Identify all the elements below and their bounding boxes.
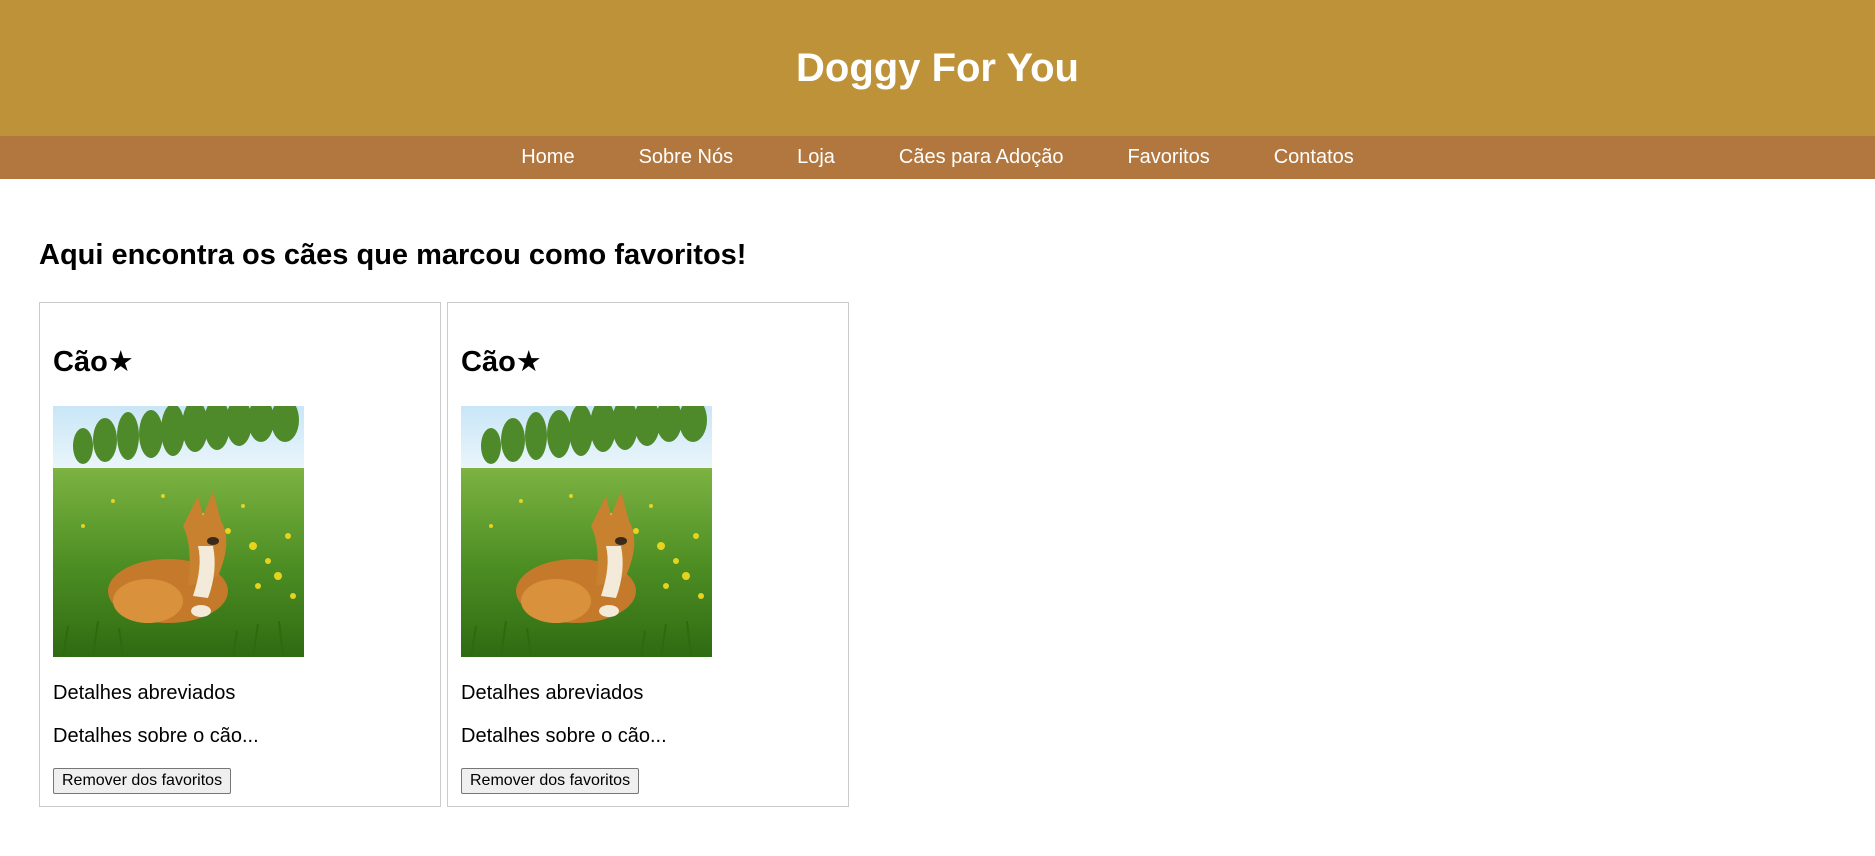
main-nav: Home Sobre Nós Loja Cães para Adoção Fav…: [0, 136, 1875, 179]
nav-item-home[interactable]: Home: [489, 136, 606, 179]
site-header: Doggy For You: [0, 0, 1875, 136]
card-title: Cão★: [53, 346, 134, 378]
corgi-in-field-photo: [461, 406, 712, 657]
nav-item-favoritos[interactable]: Favoritos: [1095, 136, 1241, 179]
site-title: Doggy For You: [796, 46, 1079, 90]
favorite-dog-card: Cão★ Detalhes abreviados Detalhes sobre …: [447, 302, 849, 807]
card-short-details: Detalhes abreviados: [53, 682, 236, 704]
favorite-dog-card: Cão★ Detalhes abreviados Detalhes sobre …: [39, 302, 441, 807]
card-details: Detalhes sobre o cão...: [461, 725, 667, 747]
card-title: Cão★: [461, 346, 542, 378]
nav-item-sobre-nos[interactable]: Sobre Nós: [607, 136, 766, 179]
card-details: Detalhes sobre o cão...: [53, 725, 259, 747]
nav-item-contatos[interactable]: Contatos: [1242, 136, 1386, 179]
page-heading: Aqui encontra os cães que marcou como fa…: [39, 239, 747, 271]
remove-from-favorites-button[interactable]: Remover dos favoritos: [461, 768, 640, 794]
card-short-details: Detalhes abreviados: [461, 682, 644, 704]
favorites-list: Cão★ Detalhes abreviados Detalhes sobre …: [39, 302, 849, 807]
corgi-in-field-photo: [53, 406, 304, 657]
nav-item-loja[interactable]: Loja: [765, 136, 867, 179]
nav-item-caes-para-adocao[interactable]: Cães para Adoção: [867, 136, 1096, 179]
remove-from-favorites-button[interactable]: Remover dos favoritos: [53, 768, 232, 794]
